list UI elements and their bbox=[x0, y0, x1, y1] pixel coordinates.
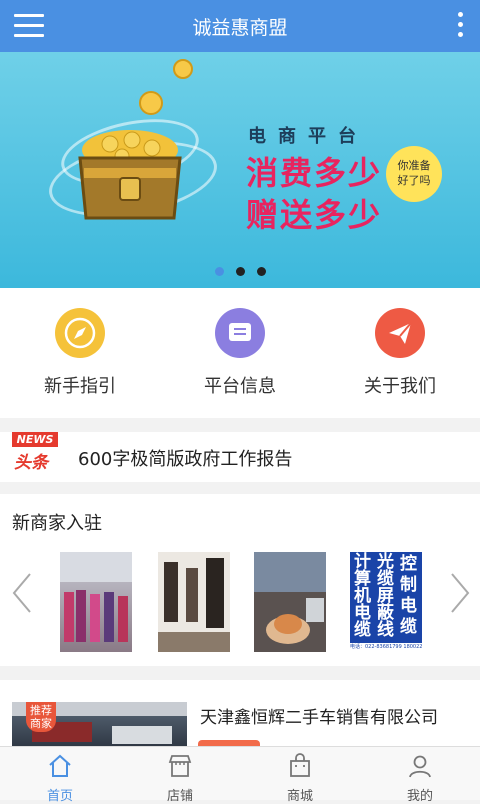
news-ticker[interactable]: NEWS 头条 600字极简版政府工作报告 bbox=[0, 432, 480, 482]
carousel-dot[interactable] bbox=[256, 267, 266, 276]
tab-label: 店铺 bbox=[166, 789, 193, 804]
user-icon bbox=[409, 755, 431, 778]
store-icon bbox=[168, 755, 192, 777]
quick-link-guide[interactable]: 新手指引 bbox=[0, 308, 160, 398]
quick-link-label: 关于我们 bbox=[364, 376, 436, 397]
quick-link-label: 新手指引 bbox=[44, 376, 116, 397]
banner-headline-2: 赠送多少 bbox=[246, 196, 383, 234]
cable-ad-col2: 光缆屏蔽线 bbox=[377, 552, 394, 640]
banner-subtitle: 电商平台 bbox=[248, 126, 368, 147]
tab-label: 商城 bbox=[286, 789, 313, 804]
top-bar: 诚益惠商盟 bbox=[0, 0, 480, 52]
carousel-indicators bbox=[0, 261, 480, 280]
tab-profile[interactable]: 我的 bbox=[360, 753, 480, 804]
treasure-chest-icon bbox=[78, 130, 182, 220]
merchant-name[interactable]: 天津鑫恒辉二手车销售有限公司 bbox=[200, 703, 438, 728]
message-icon bbox=[215, 308, 265, 358]
cable-ad-footer: 电话：022-83681799 18002291118 bbox=[350, 643, 422, 652]
section-title: 新商家入驻 bbox=[12, 513, 102, 534]
news-badge-bottom: 头条 bbox=[14, 453, 48, 473]
gold-coin-icon bbox=[139, 91, 163, 115]
boutique-image bbox=[158, 552, 230, 652]
tab-label: 我的 bbox=[406, 789, 433, 804]
tab-label: 首页 bbox=[46, 789, 73, 804]
clothing-store-image bbox=[60, 552, 132, 642]
compass-icon bbox=[55, 308, 105, 358]
merchant-thumbnail[interactable] bbox=[60, 552, 132, 652]
carousel-dot[interactable] bbox=[235, 267, 245, 276]
paper-plane-icon bbox=[375, 308, 425, 358]
tab-mall[interactable]: 商城 bbox=[240, 753, 360, 804]
merchant-thumbnail[interactable] bbox=[158, 552, 230, 652]
new-merchants-section: 新商家入驻 计算机电缆 光缆屏蔽线 控制电缆 电话：022-83681799 1… bbox=[0, 494, 480, 666]
restaurant-image bbox=[254, 552, 326, 652]
shopping-bag-icon bbox=[290, 753, 310, 777]
recommended-tag: 推荐商家 bbox=[26, 702, 56, 732]
page-title: 诚益惠商盟 bbox=[192, 17, 288, 39]
more-options-icon[interactable] bbox=[456, 12, 464, 40]
quick-link-about-us[interactable]: 关于我们 bbox=[320, 308, 480, 398]
news-badge: NEWS 头条 bbox=[12, 432, 58, 473]
banner-headline-1: 消费多少 bbox=[246, 154, 383, 192]
chevron-right-icon[interactable] bbox=[448, 572, 472, 614]
quick-link-platform-info[interactable]: 平台信息 bbox=[160, 308, 320, 398]
quick-links: 新手指引 平台信息 关于我们 bbox=[0, 288, 480, 418]
cable-ad-col3: 控制电缆 bbox=[400, 554, 417, 637]
merchant-thumbnail[interactable]: 计算机电缆 光缆屏蔽线 控制电缆 电话：022-83681799 1800229… bbox=[350, 552, 422, 652]
carousel-dot[interactable] bbox=[214, 267, 224, 276]
merchant-thumbnail[interactable] bbox=[254, 552, 326, 652]
cable-ad-image: 计算机电缆 光缆屏蔽线 控制电缆 电话：022-83681799 1800229… bbox=[350, 552, 422, 652]
cable-ad-col1: 计算机电缆 bbox=[354, 552, 371, 640]
news-headline[interactable]: 600字极简版政府工作报告 bbox=[78, 445, 292, 471]
bubble-text: 你准备好了吗 bbox=[397, 159, 431, 187]
tab-home[interactable]: 首页 bbox=[0, 753, 120, 804]
news-badge-top: NEWS bbox=[12, 432, 58, 447]
recommended-merchant[interactable]: 推荐商家 天津鑫恒辉二手车销售有限公司 bbox=[0, 680, 480, 752]
quick-link-label: 平台信息 bbox=[204, 376, 276, 397]
chevron-left-icon[interactable] bbox=[10, 572, 34, 614]
home-icon bbox=[49, 754, 71, 777]
tab-store[interactable]: 店铺 bbox=[120, 753, 240, 804]
bottom-tab-bar: 首页 店铺 商城 我的 bbox=[0, 746, 480, 804]
speech-bubble: 你准备好了吗 bbox=[386, 146, 442, 202]
gold-coin-icon bbox=[173, 59, 193, 79]
promo-banner[interactable]: 电商平台 消费多少 赠送多少 你准备好了吗 bbox=[0, 52, 480, 288]
